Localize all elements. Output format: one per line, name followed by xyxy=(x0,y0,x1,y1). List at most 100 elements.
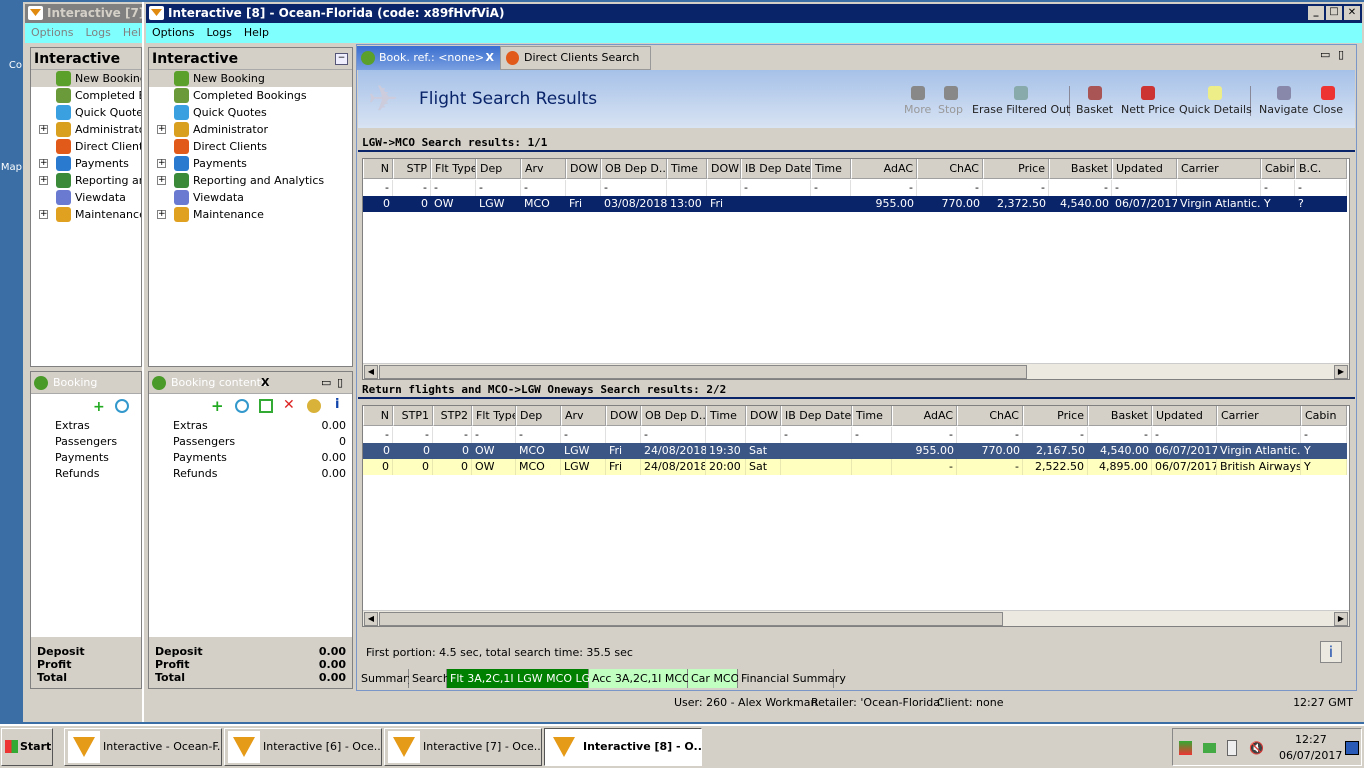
column-header[interactable]: DOW xyxy=(606,406,641,426)
table-header[interactable]: N STP1 STP2 Flt Type Dep Arv DOW OB Dep D... Tim… xyxy=(363,406,1347,426)
info-icon[interactable]: i xyxy=(335,397,339,412)
filter-row[interactable]: --------------- xyxy=(363,427,1347,443)
bottom-tab[interactable]: Flt 3A,2C,1I LGW MCO LGW xyxy=(447,669,601,688)
main-window-titlebar[interactable]: Interactive [8] - Ocean-Florida (code: x… xyxy=(146,4,1362,23)
desktop-icon-map[interactable]: Map xyxy=(0,140,22,176)
minimize-button[interactable]: _ xyxy=(1308,6,1324,20)
column-header[interactable]: N xyxy=(363,406,393,426)
column-header[interactable]: STP2 xyxy=(433,406,472,426)
column-header[interactable]: N xyxy=(363,159,393,179)
table-header[interactable]: N STP Flt Type Dep Arv DOW OB Dep D... Time DOW I… xyxy=(363,159,1347,179)
column-header[interactable]: Cabin xyxy=(1261,159,1295,179)
horizontal-scrollbar[interactable]: ◀ ▶ xyxy=(363,610,1349,626)
column-header[interactable]: DOW xyxy=(566,159,601,179)
back-window[interactable]: Interactive [7] - Options Logs Help Intera… xyxy=(23,2,148,722)
tree-item[interactable]: + Reporting and Analytics xyxy=(149,172,352,189)
scroll-right-icon[interactable]: ▶ xyxy=(1334,365,1348,379)
column-header[interactable]: B.C. xyxy=(1295,159,1347,179)
expand-icon[interactable]: + xyxy=(39,210,48,219)
tree-item[interactable]: + Reporting and xyxy=(31,172,141,189)
filter-row[interactable]: --------------- xyxy=(363,180,1347,196)
column-header[interactable]: Updated xyxy=(1152,406,1217,426)
table-row[interactable]: 0 0 0 OW MCO LGW Fri 24/08/2018 19:30 Sat 955.00 77… xyxy=(363,443,1347,459)
tray-network-icon[interactable] xyxy=(1203,743,1216,753)
expand-icon[interactable]: + xyxy=(157,125,166,134)
tree-item[interactable]: Viewdata xyxy=(31,189,141,206)
expand-icon[interactable]: + xyxy=(157,159,166,168)
clock-icon[interactable] xyxy=(115,399,129,413)
column-header[interactable]: Time xyxy=(811,159,851,179)
menu-options[interactable]: Options xyxy=(31,26,73,39)
expand-icon[interactable]: + xyxy=(157,210,166,219)
column-header[interactable]: IB Dep Date xyxy=(741,159,811,179)
collapse-panel-button[interactable]: − xyxy=(335,53,348,65)
column-header[interactable]: Time xyxy=(852,406,892,426)
add-icon[interactable]: + xyxy=(211,397,224,415)
column-header[interactable]: Dep xyxy=(476,159,521,179)
tree-item[interactable]: New Booking xyxy=(149,70,352,87)
show-desktop-icon[interactable] xyxy=(1345,741,1359,755)
column-header[interactable]: Time xyxy=(706,406,746,426)
nett-price-button[interactable]: Nett Price xyxy=(1121,86,1175,116)
tree-item[interactable]: + Maintenance xyxy=(31,206,141,223)
tree-item[interactable]: Direct Clients xyxy=(31,138,141,155)
taskbar-item[interactable]: Interactive [8] - O... xyxy=(544,728,702,766)
tree-item[interactable]: + Administrator xyxy=(149,121,352,138)
column-header[interactable]: DOW xyxy=(707,159,741,179)
scrollbar-thumb[interactable] xyxy=(379,612,1003,626)
scroll-right-icon[interactable]: ▶ xyxy=(1334,612,1348,626)
taskbar-item[interactable]: Interactive [7] - Oce... xyxy=(384,728,542,766)
add-icon[interactable]: + xyxy=(93,399,105,415)
column-header[interactable]: Flt Type xyxy=(431,159,476,179)
column-header[interactable]: Time xyxy=(667,159,707,179)
scrollbar-thumb[interactable] xyxy=(379,365,1027,379)
column-header[interactable]: ChAC xyxy=(957,406,1023,426)
column-header[interactable]: IB Dep Date xyxy=(781,406,852,426)
tree-item[interactable]: + Administrator xyxy=(31,121,141,138)
column-header[interactable]: Dep xyxy=(516,406,561,426)
bottom-tab[interactable]: Car MCO xyxy=(688,669,739,688)
taskbar-item[interactable]: Interactive - Ocean-F... xyxy=(64,728,222,766)
menu-logs[interactable]: Logs xyxy=(85,26,110,39)
column-header[interactable]: OB Dep D... xyxy=(601,159,667,179)
clock-icon[interactable] xyxy=(235,399,249,413)
delete-icon[interactable]: ✕ xyxy=(283,397,295,413)
maximize-view-icon[interactable]: ▯ xyxy=(1338,48,1344,61)
column-header[interactable]: OB Dep D... xyxy=(641,406,706,426)
minimize-panel-icon[interactable]: ▭ xyxy=(321,372,331,394)
quick-details-button[interactable]: Quick Details xyxy=(1179,86,1252,116)
clock-date[interactable]: 06/07/2017 xyxy=(1279,749,1342,762)
close-panel-button[interactable]: X xyxy=(261,372,269,394)
close-button[interactable]: Close xyxy=(1313,86,1343,116)
tree-item[interactable]: + Payments xyxy=(149,155,352,172)
tree-item[interactable]: Completed Bookings xyxy=(149,87,352,104)
table-row[interactable]: 0 0 0 OW MCO LGW Fri 24/08/2018 20:00 Sat - -2,522.… xyxy=(363,459,1347,475)
clock-time[interactable]: 12:27 xyxy=(1295,733,1327,746)
column-header[interactable]: Price xyxy=(1023,406,1088,426)
palm-icon[interactable] xyxy=(307,399,321,413)
basket-button[interactable]: Basket xyxy=(1076,86,1113,116)
column-header[interactable]: ChAC xyxy=(917,159,983,179)
tab-book-ref[interactable]: Book. ref.: <none> X xyxy=(357,46,500,70)
more-button[interactable]: More xyxy=(904,86,931,116)
bottom-tab[interactable]: Summary xyxy=(358,669,414,688)
taskbar-item[interactable]: Interactive [6] - Oce... xyxy=(224,728,382,766)
expand-icon[interactable]: + xyxy=(157,176,166,185)
minimize-view-icon[interactable]: ▭ xyxy=(1320,48,1330,61)
tray-app-icon[interactable] xyxy=(1179,741,1192,755)
column-header[interactable]: Carrier xyxy=(1177,159,1261,179)
column-header[interactable]: Arv xyxy=(561,406,606,426)
maximize-button[interactable]: □ xyxy=(1326,6,1342,20)
scroll-left-icon[interactable]: ◀ xyxy=(364,612,378,626)
menu-help[interactable]: Help xyxy=(244,26,269,39)
expand-icon[interactable]: + xyxy=(39,159,48,168)
column-header[interactable]: Flt Type xyxy=(472,406,516,426)
tab-direct-clients-search[interactable]: Direct Clients Search xyxy=(500,46,651,70)
tray-volume-muted-icon[interactable]: 🔇 xyxy=(1249,741,1264,755)
column-header[interactable]: Carrier xyxy=(1217,406,1301,426)
close-tab-button[interactable]: X xyxy=(486,46,494,70)
desktop-icon-computer[interactable]: Co xyxy=(0,38,22,74)
expand-icon[interactable]: + xyxy=(39,176,48,185)
tree-item[interactable]: New Booking xyxy=(31,70,141,87)
column-header[interactable]: STP xyxy=(393,159,431,179)
